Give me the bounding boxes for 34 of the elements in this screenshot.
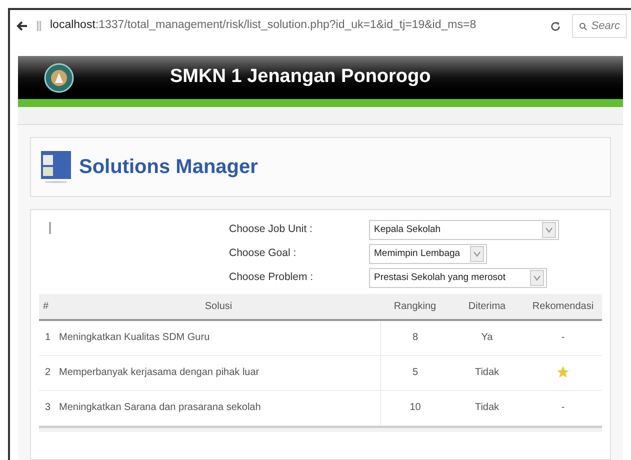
filter-label: Choose Problem : <box>229 270 314 286</box>
table-cell: 3 <box>39 390 57 425</box>
filter-label: Choose Goal : <box>229 246 298 262</box>
table-cell: 8 <box>380 320 450 355</box>
table-cell: - <box>524 390 602 425</box>
search-field[interactable]: Searc <box>572 14 627 38</box>
filter-dropdown[interactable]: Prestasi Sekolah yang merosot <box>369 268 547 288</box>
table-cell: Ya <box>450 320 524 355</box>
back-arrow-icon[interactable] <box>14 20 30 32</box>
url-field[interactable]: localhost:1337/total_management/risk/list_solution.php?id_uk=1&id_tj=19&id_ms=8 <box>48 17 504 35</box>
table-cell: Tidak <box>450 390 524 425</box>
site-title: SMKN 1 Jenangan Ponorogo <box>170 65 431 90</box>
table-cell: 1 <box>39 320 57 355</box>
column-header: Rangking <box>380 294 450 320</box>
column-header: Diterima <box>450 294 524 320</box>
table-cell: 5 <box>380 355 450 390</box>
column-header: # <box>39 294 57 320</box>
column-header: Solusi <box>57 294 380 320</box>
filter-label: Choose Job Unit : <box>229 222 314 238</box>
search-icon <box>579 20 588 32</box>
table-cell: 2 <box>39 355 57 390</box>
reload-icon[interactable] <box>548 20 562 32</box>
column-header: Rekomendasi <box>524 294 602 320</box>
manager-icon <box>41 151 71 183</box>
table-cell: 10 <box>380 390 450 425</box>
filter-dropdown[interactable]: Kepala Sekolah <box>369 220 559 240</box>
table-cell: Meningkatkan Kualitas SDM Guru <box>57 320 380 355</box>
table-cell: Tidak <box>450 355 524 390</box>
page-title: Solutions Manager <box>79 155 258 180</box>
table-cell: - <box>524 320 602 355</box>
school-logo <box>44 62 74 92</box>
table-cell: Memperbanyak kerjasama dengan pihak luar <box>57 355 380 390</box>
table-cell: Meningkatkan Sarana dan prasarana sekolah <box>57 390 380 425</box>
filter-dropdown[interactable]: Memimpin Lembaga <box>369 244 487 264</box>
